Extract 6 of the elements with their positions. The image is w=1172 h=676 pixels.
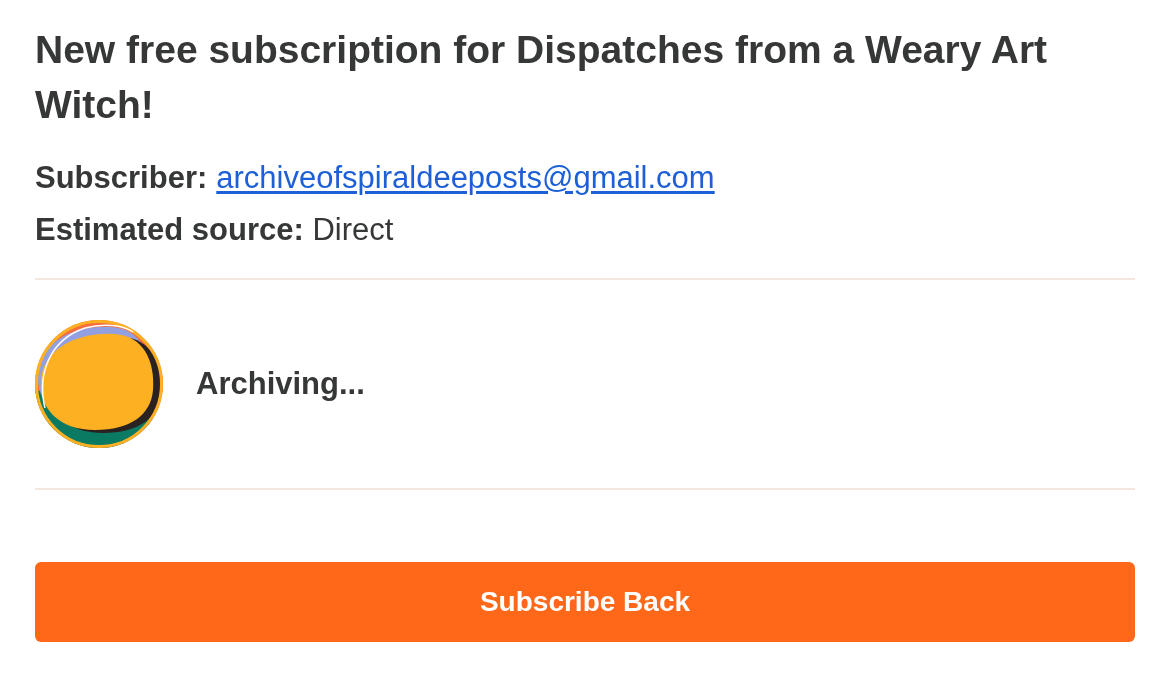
subscriber-label: Subscriber: — [35, 160, 208, 195]
email-link[interactable]: archiveofspiraldeeposts@gmail.com — [216, 160, 715, 195]
publication-name: Archiving... — [196, 366, 365, 402]
subscribe-back-button[interactable]: Subscribe Back — [35, 562, 1135, 642]
source-line: Estimated source: Direct — [35, 211, 395, 249]
notification-title: New free subscription for Dispatches from a Weary Art Witch! — [35, 27, 1049, 128]
